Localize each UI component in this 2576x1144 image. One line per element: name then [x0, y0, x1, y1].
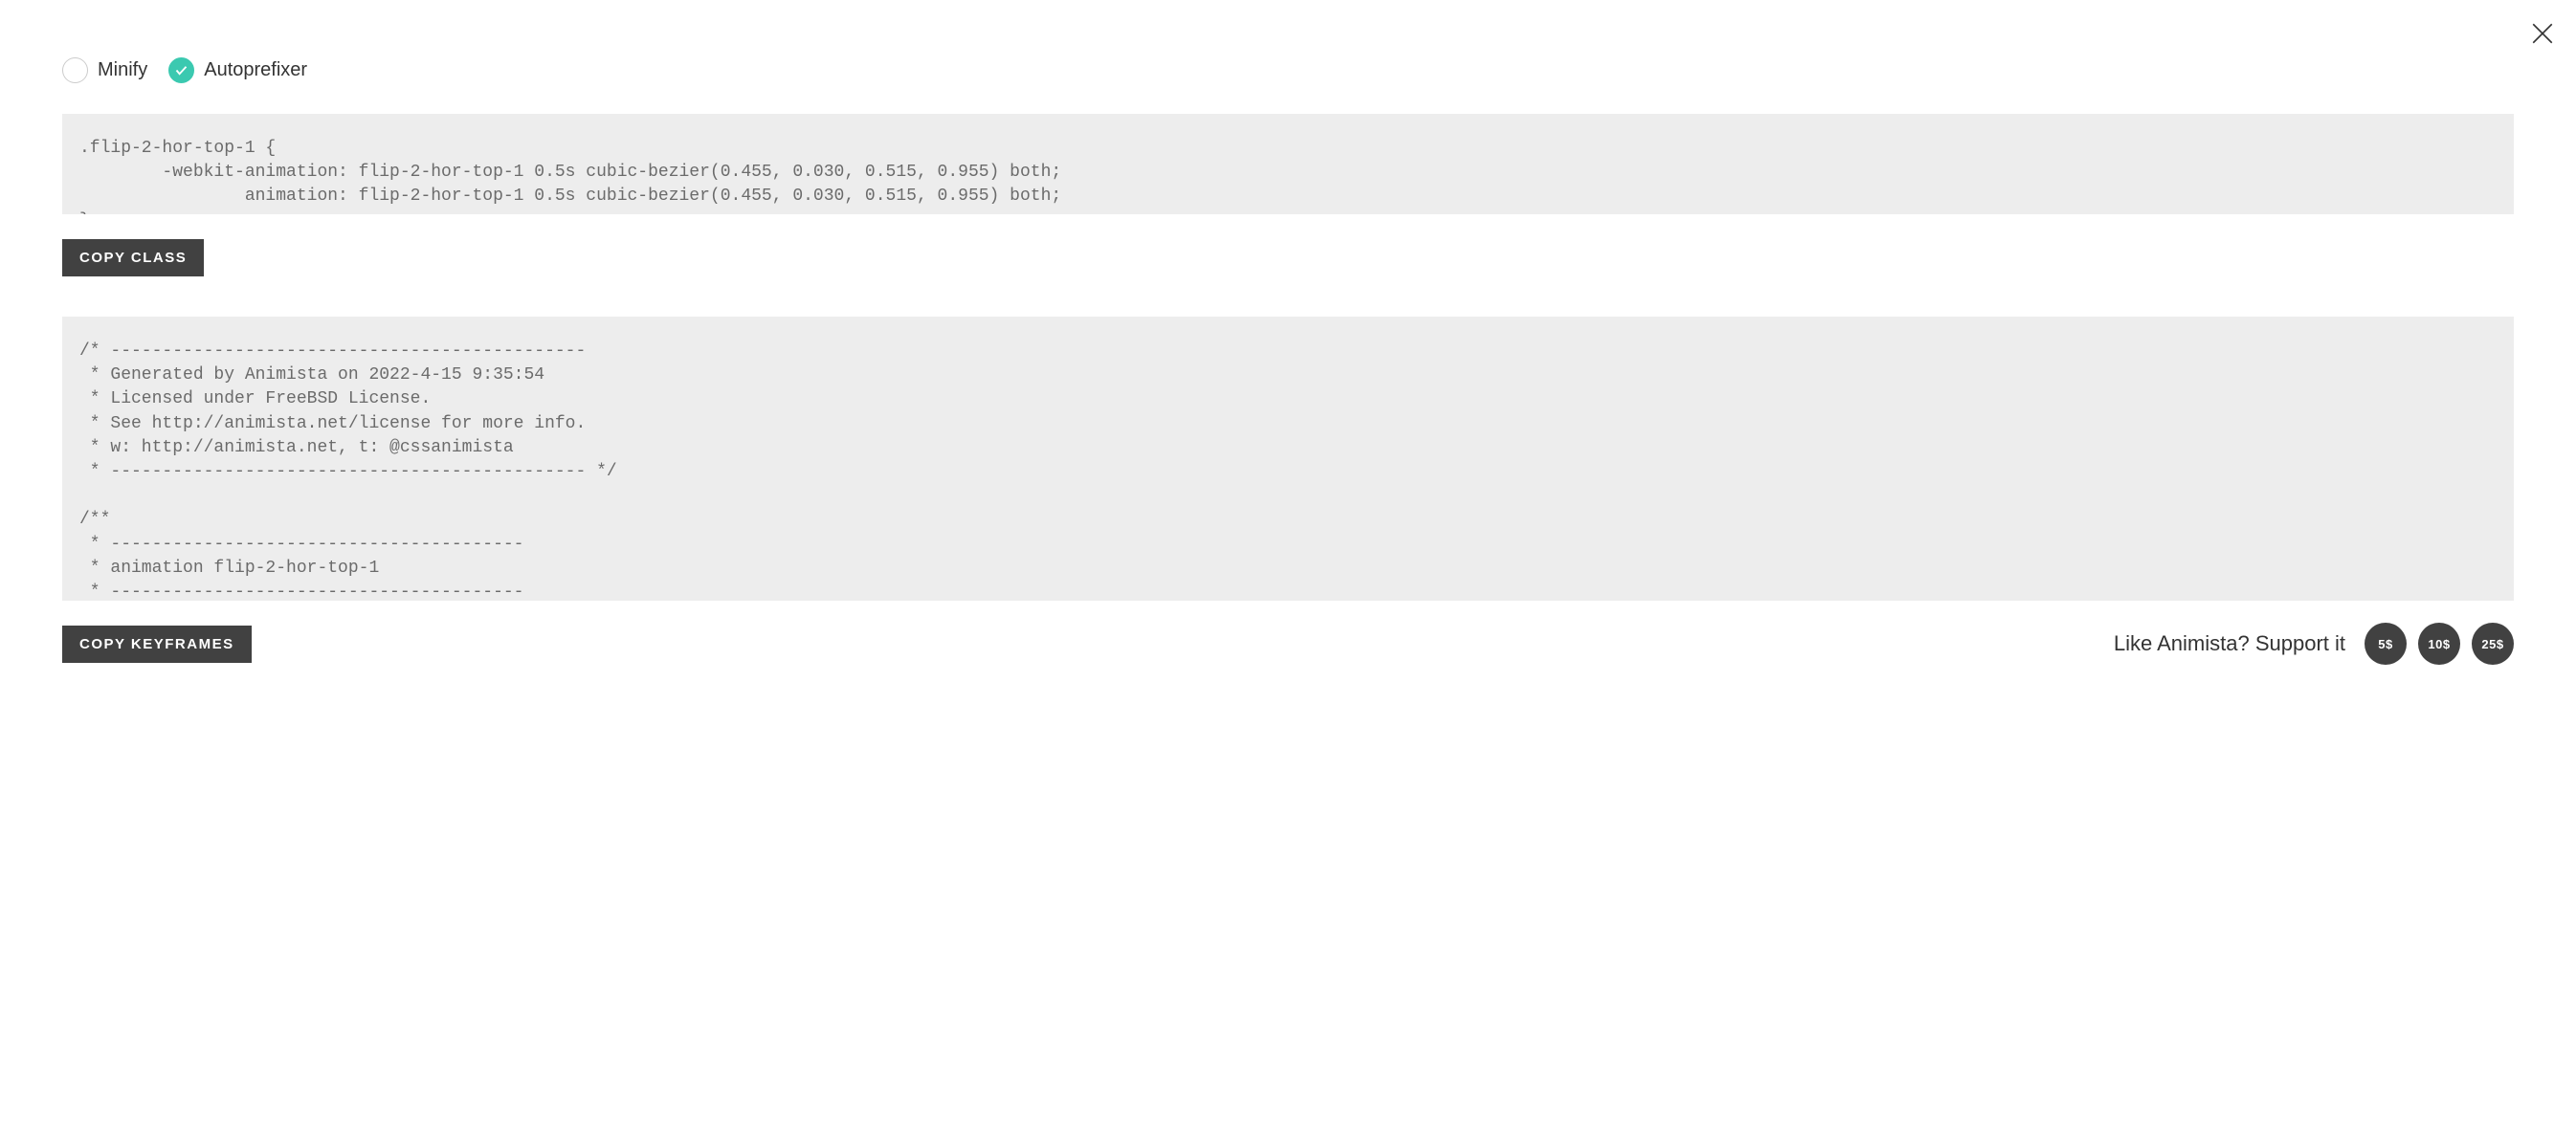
- support-section: Like Animista? Support it 5$ 10$ 25$: [2114, 623, 2514, 665]
- class-code-block[interactable]: .flip-2-hor-top-1 { -webkit-animation: f…: [62, 114, 2514, 214]
- options-row: Minify Autoprefixer: [62, 57, 2514, 83]
- donate-buttons: 5$ 10$ 25$: [2365, 623, 2514, 665]
- support-text: Like Animista? Support it: [2114, 631, 2345, 656]
- minify-option[interactable]: Minify: [62, 57, 147, 83]
- bottom-row: COPY KEYFRAMES Like Animista? Support it…: [62, 623, 2514, 665]
- keyframes-code-block[interactable]: /* -------------------------------------…: [62, 317, 2514, 601]
- donate-25-button[interactable]: 25$: [2472, 623, 2514, 665]
- minify-label: Minify: [98, 59, 147, 81]
- donate-10-button[interactable]: 10$: [2418, 623, 2460, 665]
- copy-class-button[interactable]: COPY CLASS: [62, 239, 204, 276]
- copy-keyframes-button[interactable]: COPY KEYFRAMES: [62, 626, 252, 663]
- minify-checkbox[interactable]: [62, 57, 88, 83]
- autoprefixer-checkbox[interactable]: [168, 57, 194, 83]
- donate-5-button[interactable]: 5$: [2365, 623, 2407, 665]
- autoprefixer-option[interactable]: Autoprefixer: [168, 57, 307, 83]
- autoprefixer-label: Autoprefixer: [204, 59, 307, 81]
- close-icon[interactable]: [2530, 21, 2555, 46]
